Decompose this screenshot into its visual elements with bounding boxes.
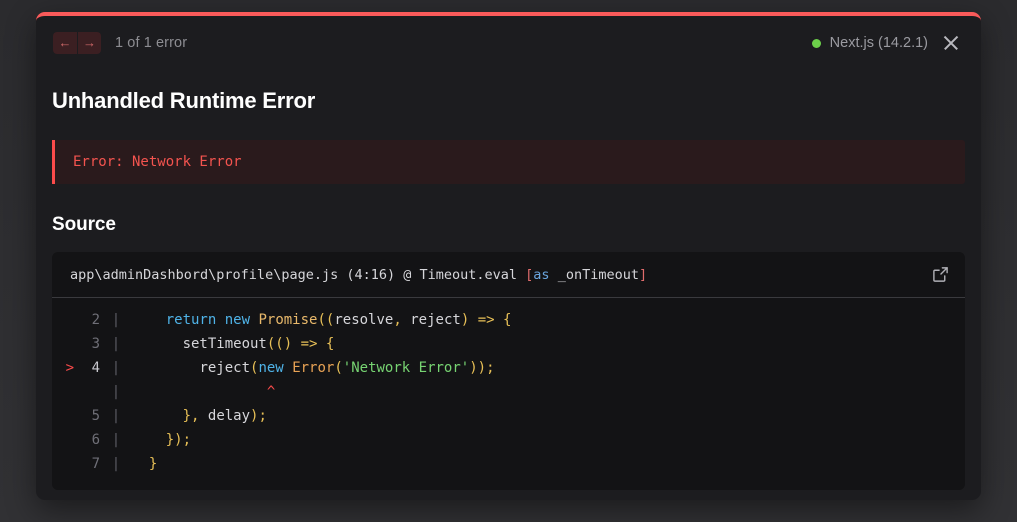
code-token: ) <box>283 336 293 352</box>
code-line-text: } <box>132 452 157 476</box>
code-token: => <box>300 336 318 352</box>
code-token: ^ <box>266 384 276 400</box>
file-path-bracket-close: ] <box>638 266 648 283</box>
code-token: )); <box>469 360 495 376</box>
file-path-label: app\adminDashbord\profile\page.js (4:16)… <box>70 267 647 283</box>
code-token: ) <box>460 312 470 328</box>
code-token: (( <box>266 336 284 352</box>
code-token: return <box>165 312 217 328</box>
code-token: Promise <box>258 312 318 328</box>
line-number: 7 <box>91 456 100 472</box>
code-line: 3 | setTimeout(() => { <box>52 332 965 356</box>
code-line-text: }, delay); <box>132 404 267 428</box>
code-token: ; <box>258 408 267 424</box>
file-header: app\adminDashbord\profile\page.js (4:16)… <box>52 252 965 298</box>
external-link-icon[interactable] <box>932 266 949 283</box>
source-panel: app\adminDashbord\profile\page.js (4:16)… <box>52 252 965 490</box>
header-right-group: Next.js (14.2.1) <box>811 33 961 53</box>
gutter-pipe: | <box>111 336 121 352</box>
code-token: } <box>148 456 158 472</box>
file-path-main: app\adminDashbord\profile\page.js (4:16)… <box>70 266 526 283</box>
code-line: >4 | reject(new Error('Network Error')); <box>52 356 965 380</box>
source-section-title: Source <box>52 214 116 235</box>
code-line: 6 | }); <box>52 428 965 452</box>
code-snippet: 2 | return new Promise((resolve, reject) … <box>52 298 965 490</box>
code-line-text: }); <box>132 428 191 452</box>
unhandled-error-dialog: ← → 1 of 1 error Next.js (14.2.1) Unhand… <box>36 12 981 500</box>
gutter-pipe: | <box>111 456 121 472</box>
code-token: reject <box>410 312 461 328</box>
code-line: 5 | }, delay); <box>52 404 965 428</box>
previous-error-button[interactable]: ← <box>53 32 77 54</box>
code-token: Error <box>292 360 335 376</box>
code-token: delay <box>207 408 251 424</box>
code-token: { <box>325 336 335 352</box>
gutter-pipe: | <box>111 312 121 328</box>
next-error-button[interactable]: → <box>77 32 101 54</box>
code-line: 7 | } <box>52 452 965 476</box>
line-number: 4 <box>91 360 100 376</box>
code-line-text: ^ <box>132 380 275 404</box>
code-line-text: return new Promise((resolve, reject) => … <box>132 308 512 332</box>
line-number: 2 <box>91 312 100 328</box>
code-line: | ^ <box>52 380 965 404</box>
close-icon[interactable] <box>941 33 961 53</box>
dialog-body: Unhandled Runtime Error Error: Network E… <box>36 70 981 490</box>
gutter-pipe: | <box>111 360 121 376</box>
code-token: } <box>182 408 192 424</box>
line-number: 5 <box>91 408 100 424</box>
code-token: new <box>258 360 284 376</box>
line-number: 6 <box>91 432 100 448</box>
code-token: ( <box>334 360 343 376</box>
code-token: 'Network Error' <box>342 360 470 376</box>
code-token: resolve <box>334 312 394 328</box>
error-count-label: 1 of 1 error <box>115 35 188 51</box>
nextjs-version-label: Next.js (14.2.1) <box>829 35 928 51</box>
error-nav-group: ← → <box>53 32 101 54</box>
gutter-pipe: | <box>111 384 121 400</box>
error-overlay-page: ← → 1 of 1 error Next.js (14.2.1) Unhand… <box>0 0 1017 522</box>
build-status-dot <box>811 38 821 48</box>
dialog-header: ← → 1 of 1 error Next.js (14.2.1) <box>36 16 981 70</box>
file-path-alias: _onTimeout <box>549 266 639 283</box>
code-token: new <box>224 312 251 328</box>
page-title: Unhandled Runtime Error <box>52 88 316 113</box>
code-token: , <box>393 312 402 328</box>
code-token: { <box>502 312 512 328</box>
gutter-pipe: | <box>111 432 121 448</box>
code-token: setTimeout <box>182 336 267 352</box>
error-message-box: Error: Network Error <box>52 140 965 184</box>
code-token: (( <box>317 312 335 328</box>
code-token: => <box>477 312 495 328</box>
code-token: ; <box>182 432 192 448</box>
code-line-text: reject(new Error('Network Error')); <box>132 356 495 380</box>
error-line-marker: > <box>65 360 74 376</box>
code-token: }) <box>165 432 183 448</box>
line-number: 3 <box>91 336 100 352</box>
file-path-as-keyword: as <box>533 266 550 283</box>
code-line-text: setTimeout(() => { <box>132 332 335 356</box>
gutter-pipe: | <box>111 408 121 424</box>
code-token: reject <box>199 360 251 376</box>
code-line: 2 | return new Promise((resolve, reject) … <box>52 308 965 332</box>
